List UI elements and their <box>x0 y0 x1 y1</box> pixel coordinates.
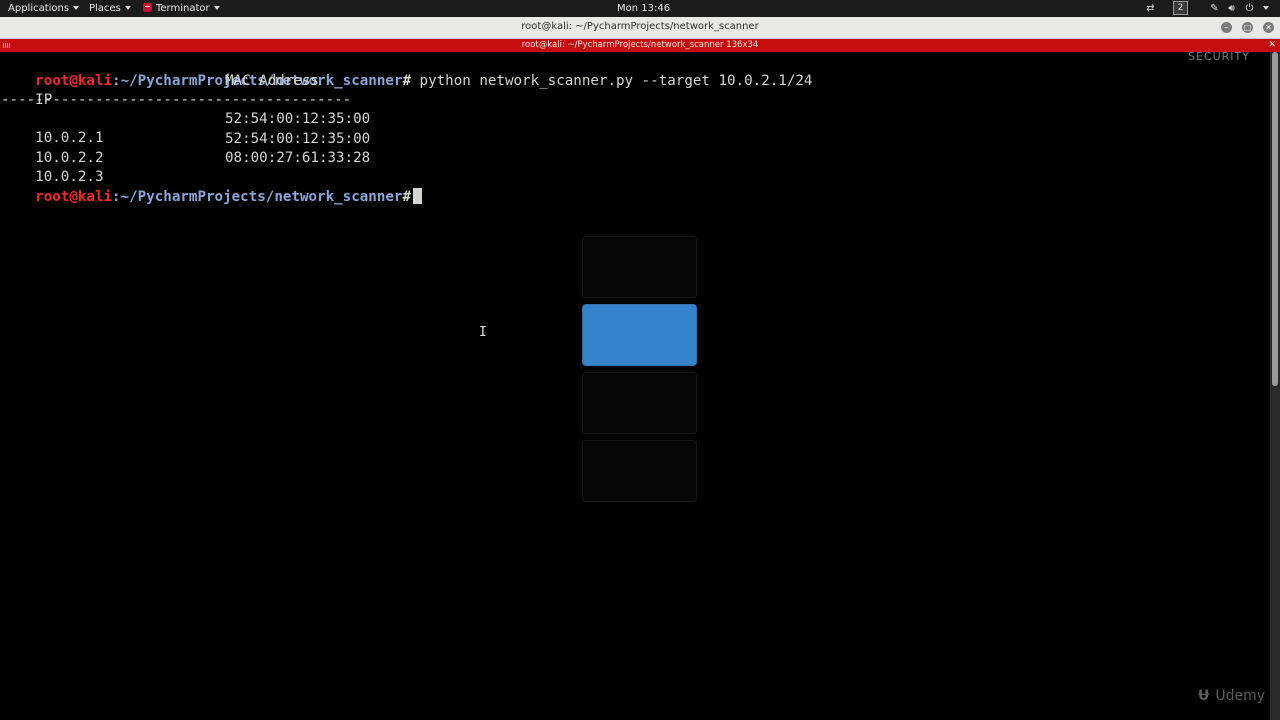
separator: ----------------------------------------… <box>1 92 352 108</box>
clock-label: Mon 13:46 <box>617 3 671 14</box>
places-menu[interactable]: Places <box>89 2 131 15</box>
workspace-tile-1[interactable] <box>582 236 697 298</box>
places-label: Places <box>89 3 121 14</box>
top-panel: Applications Places Terminator Mon 13:46… <box>0 0 1280 17</box>
prompt-path: :~/PycharmProjects/network_scanner <box>112 189 403 205</box>
table-row: 10.0.2.1 52:54:00:12:35:00 <box>1 110 501 146</box>
window-title: root@kali: ~/PycharmProjects/network_sca… <box>521 21 759 32</box>
header-mac: MAC Address <box>225 73 319 89</box>
udemy-watermark: Ʉ Udemy <box>1198 688 1265 704</box>
security-watermark: SECURITY <box>1188 50 1250 63</box>
row-mac: 52:54:00:12:35:00 <box>225 111 371 127</box>
pen-icon[interactable]: ✎ <box>1208 2 1221 15</box>
table-row: 10.0.2.3 08:00:27:61:33:28 <box>1 149 501 185</box>
workspace-tile-4[interactable] <box>582 440 697 502</box>
network-icon[interactable]: ⇄ <box>1144 2 1157 15</box>
row-mac: 52:54:00:12:35:00 <box>225 131 371 147</box>
prompt-hash: # <box>402 189 412 205</box>
chevron-down-icon <box>124 6 131 10</box>
volume-icon[interactable]: 🔊︎ <box>1225 2 1238 15</box>
command-line: root@kali:~/PycharmProjects/network_scan… <box>1 53 812 89</box>
terminator-label: Terminator <box>156 3 210 14</box>
chevron-down-icon <box>73 6 80 10</box>
minimize-button[interactable]: – <box>1221 22 1232 33</box>
applications-label: Applications <box>8 3 70 14</box>
workspace-tile-2-active[interactable] <box>582 304 697 366</box>
prompt-user: root@kali <box>35 189 113 205</box>
close-icon[interactable]: ✕ <box>1268 39 1276 52</box>
terminator-titlebar[interactable]: root@kali: ~/PycharmProjects/network_sca… <box>0 39 1280 52</box>
terminal-scrollbar[interactable] <box>1270 52 1280 720</box>
scrollbar-thumb[interactable] <box>1272 52 1278 386</box>
lock-icon[interactable]: ⏻ <box>1243 2 1256 15</box>
workspace-indicator[interactable]: 2 <box>1173 1 1188 15</box>
grip-icon[interactable] <box>3 43 11 48</box>
table-row: 10.0.2.2 52:54:00:12:35:00 <box>1 130 501 166</box>
udemy-label: Udemy <box>1215 688 1266 704</box>
window-titlebar[interactable]: root@kali: ~/PycharmProjects/network_sca… <box>0 17 1280 39</box>
terminator-app-menu[interactable]: Terminator <box>143 2 220 15</box>
applications-menu[interactable]: Applications <box>8 2 80 15</box>
udemy-logo-icon: Ʉ <box>1198 688 1210 704</box>
system-menu-chevron-icon[interactable] <box>1259 2 1272 15</box>
maximize-button[interactable]: □ <box>1242 22 1253 33</box>
mouse-ibeam-cursor-icon: I <box>479 325 487 340</box>
prompt-line: root@kali:~/PycharmProjects/network_scan… <box>1 169 423 205</box>
close-button[interactable]: ✕ <box>1263 22 1274 33</box>
terminator-header-label: root@kali: ~/PycharmProjects/network_sca… <box>521 40 759 50</box>
clock[interactable]: Mon 13:46 <box>617 2 670 15</box>
workspace-tile-3[interactable] <box>582 372 697 434</box>
table-header: IP MAC Address <box>1 72 501 108</box>
terminal-cursor <box>413 188 423 204</box>
chevron-down-icon <box>213 6 220 10</box>
row-mac: 08:00:27:61:33:28 <box>225 150 371 166</box>
terminator-icon <box>143 3 152 12</box>
